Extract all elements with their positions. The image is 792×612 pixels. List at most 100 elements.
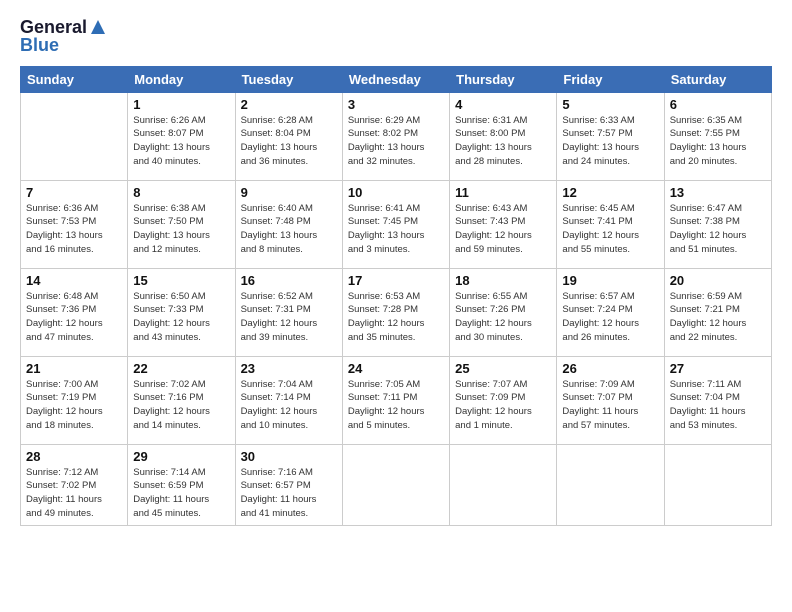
day-info: Sunrise: 7:04 AMSunset: 7:14 PMDaylight:… [241,378,337,433]
day-info: Sunrise: 6:41 AMSunset: 7:45 PMDaylight:… [348,202,444,257]
calendar-cell [342,444,449,525]
calendar-cell: 1 Sunrise: 6:26 AMSunset: 8:07 PMDaylight… [128,92,235,180]
calendar-cell: 11 Sunrise: 6:43 AMSunset: 7:43 PMDayligh… [450,180,557,268]
logo-icon [89,18,107,36]
calendar-cell: 3 Sunrise: 6:29 AMSunset: 8:02 PMDaylight… [342,92,449,180]
calendar-cell [664,444,771,525]
calendar-cell: 30 Sunrise: 7:16 AMSunset: 6:57 PMDayligh… [235,444,342,525]
day-info: Sunrise: 6:28 AMSunset: 8:04 PMDaylight:… [241,114,337,169]
weekday-header-wednesday: Wednesday [342,66,449,92]
day-info: Sunrise: 7:09 AMSunset: 7:07 PMDaylight:… [562,378,658,433]
day-number: 22 [133,361,229,376]
calendar-cell: 18 Sunrise: 6:55 AMSunset: 7:26 PMDayligh… [450,268,557,356]
day-info: Sunrise: 6:53 AMSunset: 7:28 PMDaylight:… [348,290,444,345]
day-info: Sunrise: 7:07 AMSunset: 7:09 PMDaylight:… [455,378,551,433]
weekday-header-monday: Monday [128,66,235,92]
day-info: Sunrise: 6:59 AMSunset: 7:21 PMDaylight:… [670,290,766,345]
calendar-cell: 13Sunrise: 6:47 AMSunset: 7:38 PMDayligh… [664,180,771,268]
calendar-cell: 20 Sunrise: 6:59 AMSunset: 7:21 PMDayligh… [664,268,771,356]
day-number: 11 [455,185,551,200]
day-number: 6 [670,97,766,112]
day-number: 9 [241,185,337,200]
calendar-cell [557,444,664,525]
calendar-cell: 29 Sunrise: 7:14 AMSunset: 6:59 PMDayligh… [128,444,235,525]
day-number: 18 [455,273,551,288]
calendar-cell: 17 Sunrise: 6:53 AMSunset: 7:28 PMDayligh… [342,268,449,356]
weekday-header-sunday: Sunday [21,66,128,92]
day-info: Sunrise: 6:36 AMSunset: 7:53 PMDaylight:… [26,202,122,257]
weekday-header-tuesday: Tuesday [235,66,342,92]
calendar-cell [21,92,128,180]
day-number: 5 [562,97,658,112]
day-number: 13 [670,185,766,200]
day-number: 14 [26,273,122,288]
day-number: 8 [133,185,229,200]
day-number: 17 [348,273,444,288]
day-info: Sunrise: 6:26 AMSunset: 8:07 PMDaylight:… [133,114,229,169]
day-number: 21 [26,361,122,376]
day-number: 16 [241,273,337,288]
day-number: 20 [670,273,766,288]
day-info: Sunrise: 6:45 AMSunset: 7:41 PMDaylight:… [562,202,658,257]
day-number: 1 [133,97,229,112]
day-info: Sunrise: 6:57 AMSunset: 7:24 PMDaylight:… [562,290,658,345]
day-info: Sunrise: 6:52 AMSunset: 7:31 PMDaylight:… [241,290,337,345]
day-info: Sunrise: 6:50 AMSunset: 7:33 PMDaylight:… [133,290,229,345]
calendar-table: SundayMondayTuesdayWednesdayThursdayFrid… [20,66,772,526]
calendar-cell: 21 Sunrise: 7:00 AMSunset: 7:19 PMDayligh… [21,356,128,444]
day-info: Sunrise: 7:00 AMSunset: 7:19 PMDaylight:… [26,378,122,433]
day-number: 12 [562,185,658,200]
day-info: Sunrise: 7:05 AMSunset: 7:11 PMDaylight:… [348,378,444,433]
week-row-2: 7Sunrise: 6:36 AMSunset: 7:53 PMDaylight… [21,180,772,268]
calendar-cell: 9Sunrise: 6:40 AMSunset: 7:48 PMDaylight… [235,180,342,268]
calendar-cell: 22Sunrise: 7:02 AMSunset: 7:16 PMDayligh… [128,356,235,444]
day-info: Sunrise: 7:12 AMSunset: 7:02 PMDaylight:… [26,466,122,521]
day-number: 25 [455,361,551,376]
day-number: 3 [348,97,444,112]
day-info: Sunrise: 6:43 AMSunset: 7:43 PMDaylight:… [455,202,551,257]
day-info: Sunrise: 6:38 AMSunset: 7:50 PMDaylight:… [133,202,229,257]
day-info: Sunrise: 6:31 AMSunset: 8:00 PMDaylight:… [455,114,551,169]
day-info: Sunrise: 7:11 AMSunset: 7:04 PMDaylight:… [670,378,766,433]
calendar-cell: 27 Sunrise: 7:11 AMSunset: 7:04 PMDayligh… [664,356,771,444]
calendar-cell: 23 Sunrise: 7:04 AMSunset: 7:14 PMDayligh… [235,356,342,444]
day-number: 27 [670,361,766,376]
page-container: General Blue SundayMondayTuesdayWednesda… [0,0,792,536]
week-row-4: 21 Sunrise: 7:00 AMSunset: 7:19 PMDayligh… [21,356,772,444]
calendar-cell: 12 Sunrise: 6:45 AMSunset: 7:41 PMDayligh… [557,180,664,268]
week-row-5: 28 Sunrise: 7:12 AMSunset: 7:02 PMDayligh… [21,444,772,525]
header: General Blue [20,18,772,56]
day-info: Sunrise: 6:35 AMSunset: 7:55 PMDaylight:… [670,114,766,169]
weekday-header-friday: Friday [557,66,664,92]
day-info: Sunrise: 7:14 AMSunset: 6:59 PMDaylight:… [133,466,229,521]
day-number: 30 [241,449,337,464]
day-number: 10 [348,185,444,200]
calendar-cell: 4 Sunrise: 6:31 AMSunset: 8:00 PMDaylight… [450,92,557,180]
day-number: 24 [348,361,444,376]
weekday-header-thursday: Thursday [450,66,557,92]
calendar-cell [450,444,557,525]
calendar-cell: 25 Sunrise: 7:07 AMSunset: 7:09 PMDayligh… [450,356,557,444]
day-number: 19 [562,273,658,288]
calendar-cell: 15Sunrise: 6:50 AMSunset: 7:33 PMDayligh… [128,268,235,356]
day-info: Sunrise: 6:29 AMSunset: 8:02 PMDaylight:… [348,114,444,169]
calendar-cell: 7Sunrise: 6:36 AMSunset: 7:53 PMDaylight… [21,180,128,268]
day-number: 4 [455,97,551,112]
weekday-header-saturday: Saturday [664,66,771,92]
day-info: Sunrise: 6:48 AMSunset: 7:36 PMDaylight:… [26,290,122,345]
calendar-cell: 24 Sunrise: 7:05 AMSunset: 7:11 PMDayligh… [342,356,449,444]
day-info: Sunrise: 7:16 AMSunset: 6:57 PMDaylight:… [241,466,337,521]
week-row-1: 1 Sunrise: 6:26 AMSunset: 8:07 PMDaylight… [21,92,772,180]
day-number: 2 [241,97,337,112]
day-info: Sunrise: 6:55 AMSunset: 7:26 PMDaylight:… [455,290,551,345]
day-number: 23 [241,361,337,376]
calendar-cell: 2 Sunrise: 6:28 AMSunset: 8:04 PMDaylight… [235,92,342,180]
day-number: 28 [26,449,122,464]
day-number: 26 [562,361,658,376]
day-info: Sunrise: 6:33 AMSunset: 7:57 PMDaylight:… [562,114,658,169]
weekday-header-row: SundayMondayTuesdayWednesdayThursdayFrid… [21,66,772,92]
calendar-cell: 28 Sunrise: 7:12 AMSunset: 7:02 PMDayligh… [21,444,128,525]
day-number: 29 [133,449,229,464]
calendar-cell: 26 Sunrise: 7:09 AMSunset: 7:07 PMDayligh… [557,356,664,444]
calendar-cell: 6 Sunrise: 6:35 AMSunset: 7:55 PMDaylight… [664,92,771,180]
